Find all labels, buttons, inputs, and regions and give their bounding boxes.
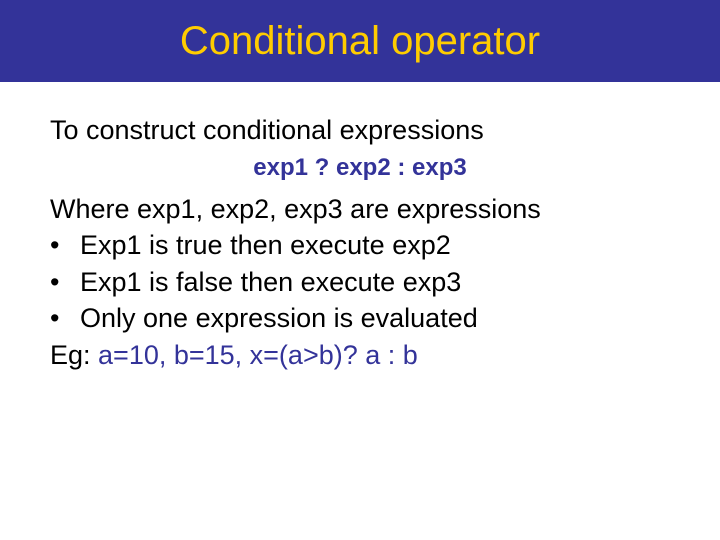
bullet-item: • Exp1 is false then execute exp3: [50, 264, 670, 300]
bullet-text: Only one expression is evaluated: [80, 300, 670, 336]
example-line: Eg: a=10, b=15, x=(a>b)? a : b: [50, 337, 670, 373]
where-line: Where exp1, exp2, exp3 are expressions: [50, 191, 670, 227]
syntax-line: exp1 ? exp2 : exp3: [50, 152, 670, 184]
slide-title: Conditional operator: [180, 19, 540, 64]
intro-text: To construct conditional expressions: [50, 112, 670, 148]
bullet-text: Exp1 is false then execute exp3: [80, 264, 670, 300]
bullet-item: • Only one expression is evaluated: [50, 300, 670, 336]
bullet-text: Exp1 is true then execute exp2: [80, 227, 670, 263]
bullet-dot-icon: •: [50, 227, 80, 263]
example-label: Eg:: [50, 340, 98, 370]
example-code: a=10, b=15, x=(a>b)? a : b: [98, 340, 418, 370]
slide-content: To construct conditional expressions exp…: [0, 82, 720, 373]
bullet-dot-icon: •: [50, 300, 80, 336]
bullet-dot-icon: •: [50, 264, 80, 300]
title-bar: Conditional operator: [0, 0, 720, 82]
bullet-item: • Exp1 is true then execute exp2: [50, 227, 670, 263]
